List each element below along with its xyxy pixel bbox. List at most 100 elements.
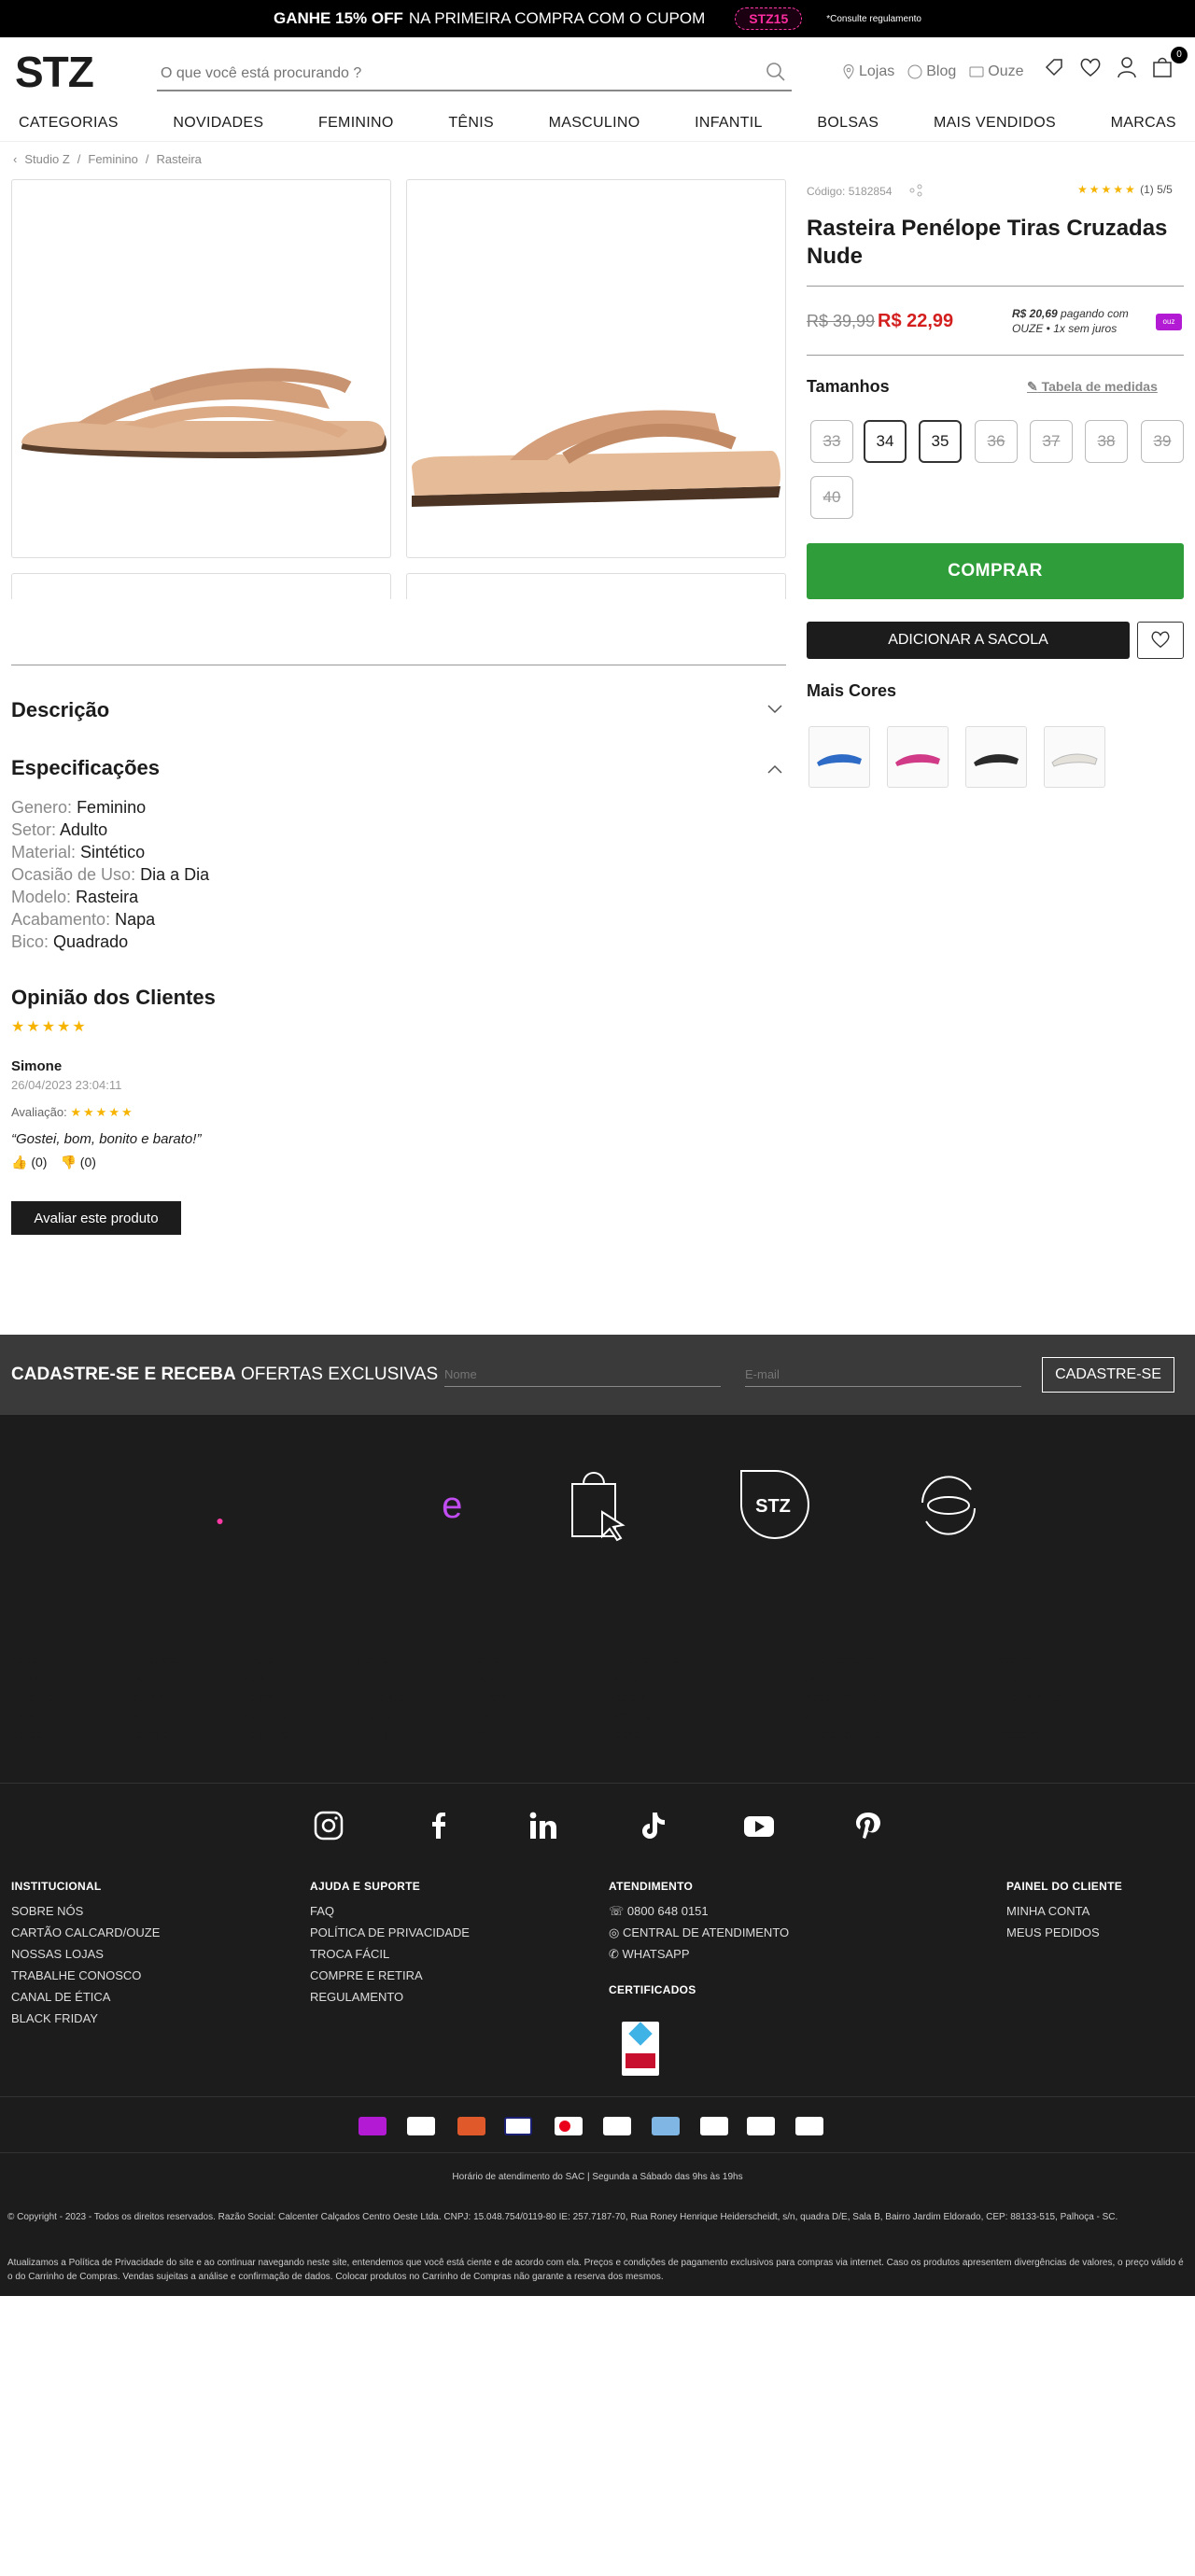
whatsapp-link[interactable]: ✆ WHATSAPP: [609, 1943, 789, 1965]
size-36[interactable]: 36: [975, 420, 1018, 463]
color-option-black[interactable]: [965, 726, 1027, 788]
add-to-bag-button[interactable]: ADICIONAR A SACOLA: [807, 622, 1130, 659]
heart-icon[interactable]: [1079, 57, 1102, 82]
footer-link[interactable]: NOSSAS LOJAS: [11, 1943, 160, 1965]
certificate-badges[interactable]: [622, 2022, 659, 2076]
feature-troca-facil[interactable]: Troca Fácil: [883, 1465, 1014, 1578]
brand-link[interactable]: Mizuno: [241, 1655, 274, 1666]
size-35[interactable]: 35: [919, 420, 962, 463]
brand-link[interactable]: Olympikus: [356, 1692, 403, 1703]
size-34[interactable]: 34: [864, 420, 907, 463]
ouze-link[interactable]: Ouze: [969, 63, 1024, 80]
breadcrumb-item[interactable]: Feminino: [88, 152, 137, 166]
size-40[interactable]: 40: [810, 476, 853, 519]
size-39[interactable]: 39: [1141, 420, 1184, 463]
size-37[interactable]: 37: [1030, 420, 1073, 463]
feature-compre-retire[interactable]: Compre e Retire: [532, 1465, 663, 1578]
category-link[interactable]: Tênis Masculino: [800, 1655, 874, 1666]
category-link[interactable]: Sandália: [609, 1673, 649, 1685]
category-link[interactable]: Tênis Infantil: [991, 1673, 1049, 1685]
category-link[interactable]: Tênis Esportivo: [991, 1692, 1062, 1703]
brand-link[interactable]: All Star: [11, 1673, 44, 1685]
footer-link[interactable]: BLACK FRIDAY: [11, 2008, 160, 2029]
category-link[interactable]: Tênis Feminino: [609, 1655, 679, 1666]
brand-link[interactable]: Nike: [356, 1673, 376, 1685]
brand-link[interactable]: Modare: [241, 1673, 275, 1685]
share-icon[interactable]: [909, 184, 922, 202]
brand-link[interactable]: Beira Rio: [11, 1692, 53, 1703]
brand-link[interactable]: Dakota: [11, 1729, 44, 1741]
promo-note[interactable]: *Consulte regulamento: [826, 14, 921, 24]
product-image-4[interactable]: [406, 573, 786, 599]
product-image-1[interactable]: [11, 179, 391, 558]
footer-link[interactable]: MEUS PEDIDOS: [1006, 1922, 1122, 1943]
feature-blog-stz[interactable]: STZ Blog STZ: [708, 1465, 838, 1578]
chevron-down-icon[interactable]: [767, 702, 782, 719]
description-title[interactable]: Descrição: [11, 698, 109, 722]
newsletter-name-input[interactable]: [444, 1363, 721, 1387]
tag-icon[interactable]: [1044, 57, 1064, 82]
stores-link[interactable]: Lojas: [842, 63, 894, 80]
chevron-up-icon[interactable]: [767, 762, 782, 778]
blog-link[interactable]: Blog: [907, 63, 956, 80]
nav-bolsas[interactable]: BOLSAS: [817, 115, 879, 132]
brand-link[interactable]: Moleca: [241, 1692, 274, 1703]
tiktok-icon[interactable]: [637, 1811, 667, 1845]
youtube-icon[interactable]: [743, 1811, 775, 1845]
wishlist-button[interactable]: [1137, 622, 1184, 659]
category-link[interactable]: Rasteira: [609, 1692, 647, 1703]
nav-mais-vendidos[interactable]: MAIS VENDIDOS: [934, 115, 1056, 132]
size-38[interactable]: 38: [1085, 420, 1128, 463]
brand-link[interactable]: Usaflex: [471, 1729, 505, 1741]
brand-link[interactable]: Coca Cola: [11, 1711, 59, 1722]
footer-link[interactable]: CARTÃO CALCARD/OUZE: [11, 1922, 160, 1943]
footer-link[interactable]: REGULAMENTO: [310, 1986, 470, 2008]
brand-link[interactable]: Molekinho: [241, 1729, 288, 1741]
product-image-3[interactable]: [11, 573, 391, 599]
phone-link[interactable]: ☏ 0800 648 0151: [609, 1900, 789, 1922]
breadcrumb-item[interactable]: Studio Z: [24, 152, 69, 166]
category-link[interactable]: Bolsas: [609, 1729, 640, 1741]
category-link[interactable]: Sapatilha: [991, 1655, 1034, 1666]
feature-cartao-ouze[interactable]: ouze Cartão Ouze: [357, 1465, 487, 1575]
footer-link[interactable]: CANAL DE ÉTICA: [11, 1986, 160, 2008]
brand-link[interactable]: Vizzano: [471, 1692, 507, 1703]
footer-link[interactable]: TRABALHE CONOSCO: [11, 1965, 160, 1986]
pinterest-icon[interactable]: [853, 1811, 883, 1845]
brand-link[interactable]: Democrata: [126, 1655, 176, 1666]
footer-link[interactable]: FAQ: [310, 1900, 470, 1922]
nav-novidades[interactable]: NOVIDADES: [173, 115, 263, 132]
nav-marcas[interactable]: MARCAS: [1111, 115, 1176, 132]
brand-link[interactable]: Redley: [356, 1729, 387, 1741]
rate-product-button[interactable]: Avaliar este produto: [11, 1201, 181, 1235]
brand-link[interactable]: Mississipi: [126, 1729, 170, 1741]
nav-infantil[interactable]: INFANTIL: [695, 115, 763, 132]
nav-categorias[interactable]: CATEGORIAS: [19, 115, 119, 132]
newsletter-email-input[interactable]: [745, 1363, 1021, 1387]
nav-masculino[interactable]: MASCULINO: [549, 115, 640, 132]
nav-tenis[interactable]: TÊNIS: [448, 115, 494, 132]
search-icon[interactable]: [766, 62, 786, 87]
instagram-icon[interactable]: [314, 1811, 344, 1845]
footer-link[interactable]: POLÍTICA DE PRIVACIDADE: [310, 1922, 470, 1943]
brand-link[interactable]: Zaxy: [471, 1711, 493, 1722]
brand-link[interactable]: Gabrielinha: [126, 1711, 178, 1722]
logo[interactable]: STZ: [15, 47, 94, 97]
user-icon[interactable]: [1117, 56, 1137, 83]
brand-link[interactable]: Molekinha: [241, 1711, 288, 1722]
category-link[interactable]: Mocassim: [991, 1729, 1038, 1741]
color-option-pink[interactable]: [887, 726, 949, 788]
nav-feminino[interactable]: FEMININO: [318, 115, 394, 132]
footer-link[interactable]: MINHA CONTA: [1006, 1900, 1122, 1922]
brand-link[interactable]: Pegada: [356, 1711, 391, 1722]
brand-link[interactable]: Vertus: [471, 1655, 499, 1666]
thumbs-down-icon[interactable]: 👎 (0): [60, 1155, 95, 1170]
category-link[interactable]: Sapatênis: [800, 1711, 846, 1722]
bag-icon[interactable]: [1152, 56, 1173, 83]
color-option-white[interactable]: [1044, 726, 1105, 788]
footer-link[interactable]: SOBRE NÓS: [11, 1900, 160, 1922]
feature-clube-stz[interactable]: CLUBE ●STZ Clube STZ: [181, 1465, 312, 1575]
category-link[interactable]: Chinelo Feminino: [800, 1729, 880, 1741]
brand-link[interactable]: Adidas: [11, 1655, 43, 1666]
category-link[interactable]: Papete Feminina: [800, 1692, 878, 1703]
